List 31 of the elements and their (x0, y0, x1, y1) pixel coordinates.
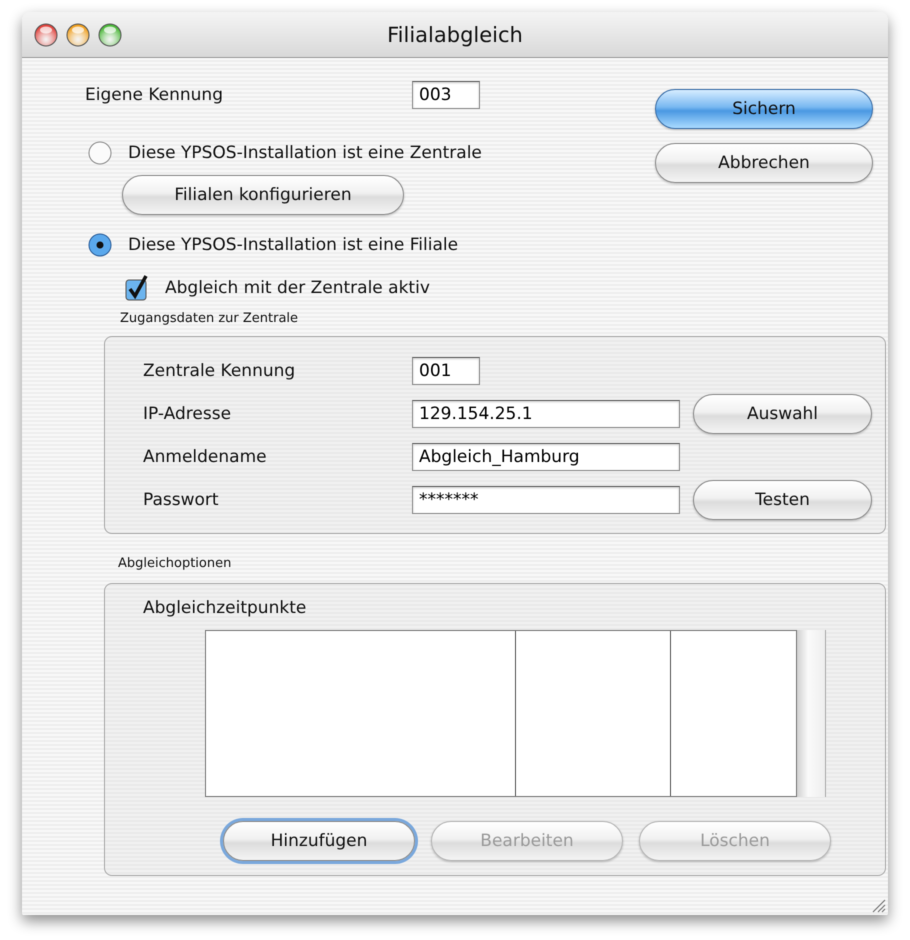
configure-button[interactable]: Filialen konfigurieren (122, 175, 404, 215)
field-label: Eigene Kennung (85, 85, 224, 105)
radio-button[interactable] (88, 141, 112, 165)
field-label: Passwort (143, 490, 220, 510)
zoom-button[interactable] (98, 22, 122, 46)
field-button[interactable]: Auswahl (693, 394, 872, 434)
dialog-button[interactable]: Sichern (655, 89, 873, 129)
input-field[interactable]: 001 (412, 356, 480, 384)
checkbox-label: Abgleich mit der Zentrale aktiv (165, 278, 430, 298)
group-title: Zugangsdaten zur Zentrale (120, 311, 300, 326)
radio-label: Diese YPSOS-Installation ist eine Filiale (128, 235, 458, 255)
close-button[interactable] (34, 22, 58, 46)
minimize-button[interactable] (66, 22, 90, 46)
resize-grip-icon[interactable] (870, 897, 886, 913)
window-title: Filialabgleich (387, 22, 523, 46)
input-field[interactable]: Abgleich_Hamburg (412, 442, 680, 470)
input-field[interactable]: 129.154.25.1 (412, 400, 680, 428)
checkbox[interactable] (125, 275, 149, 301)
list-title: Abgleichzeitpunkte (143, 598, 308, 618)
field-label: IP-Adresse (143, 404, 232, 424)
radio-button[interactable] (88, 233, 112, 257)
field-button[interactable]: Testen (693, 480, 872, 520)
input-field[interactable]: 003 (412, 81, 480, 109)
group-title: Abgleichoptionen (118, 556, 232, 571)
field-label: Zentrale Kennung (143, 360, 296, 380)
radio-label: Diese YPSOS-Installation ist eine Zentrale (128, 143, 482, 163)
input-field[interactable]: ******* (412, 486, 680, 514)
list-button[interactable]: Hinzufügen (223, 821, 415, 861)
field-label: Anmeldename (143, 446, 268, 466)
dialog-button[interactable]: Abbrechen (655, 143, 873, 183)
scroll-bar[interactable] (797, 630, 826, 797)
